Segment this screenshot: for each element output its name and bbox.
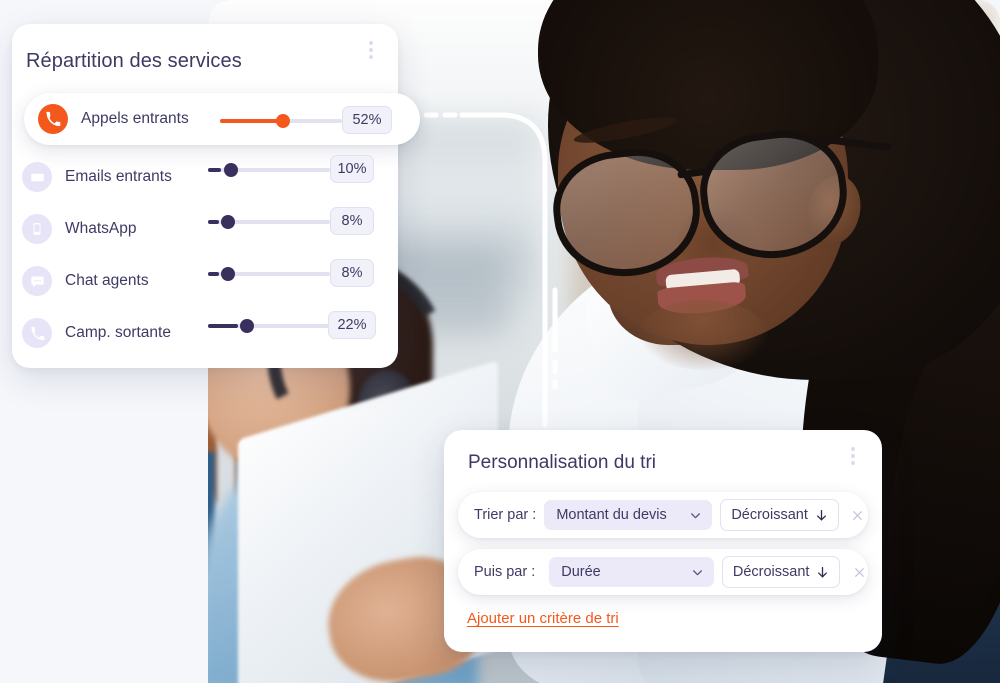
arrow-down-icon bbox=[818, 566, 828, 577]
sort-card-title: Personnalisation du tri bbox=[468, 452, 656, 473]
sort-row-prefix: Puis par : bbox=[474, 564, 536, 580]
service-row-slider[interactable] bbox=[208, 213, 336, 231]
service-row-value: 22% bbox=[328, 311, 376, 339]
service-row-emails-entrants[interactable]: Emails entrants bbox=[22, 155, 172, 199]
service-row-slider[interactable] bbox=[208, 317, 336, 335]
close-icon[interactable] bbox=[850, 563, 868, 581]
sort-criterion-row: Trier par : Montant du devis Décroissant bbox=[458, 492, 868, 538]
service-row-label: Appels entrants bbox=[81, 110, 189, 127]
sort-direction-label: Décroissant bbox=[732, 564, 810, 580]
mobile-phone-icon bbox=[22, 214, 52, 244]
sort-field-select[interactable]: Durée bbox=[549, 557, 714, 587]
service-row-value: 8% bbox=[330, 259, 374, 287]
close-icon[interactable] bbox=[849, 506, 867, 524]
connector-line bbox=[423, 112, 558, 428]
sort-direction-button[interactable]: Décroissant bbox=[720, 499, 839, 531]
phone-incoming-icon bbox=[38, 104, 68, 134]
chevron-down-icon bbox=[692, 569, 702, 575]
phone-outgoing-icon bbox=[22, 318, 52, 348]
service-row-whatsapp[interactable]: WhatsApp bbox=[22, 207, 137, 251]
service-row-camp-sortante[interactable]: Camp. sortante bbox=[22, 311, 171, 355]
service-row-label: Chat agents bbox=[65, 272, 149, 289]
sort-field-value: Durée bbox=[561, 564, 601, 580]
service-row-appels-entrants[interactable]: Appels entrants 52% bbox=[24, 93, 420, 145]
envelope-icon bbox=[22, 162, 52, 192]
service-row-value: 8% bbox=[330, 207, 374, 235]
service-row-label: WhatsApp bbox=[65, 220, 137, 237]
kebab-menu-icon[interactable] bbox=[851, 447, 855, 465]
service-row-label: Camp. sortante bbox=[65, 324, 171, 341]
sort-criterion-row: Puis par : Durée Décroissant bbox=[458, 549, 868, 595]
chevron-down-icon bbox=[691, 512, 701, 518]
chat-bubble-icon bbox=[22, 266, 52, 296]
sort-direction-button[interactable]: Décroissant bbox=[721, 556, 841, 588]
sort-direction-label: Décroissant bbox=[731, 507, 808, 523]
add-sort-criterion-link[interactable]: Ajouter un critère de tri bbox=[467, 610, 619, 627]
service-row-slider[interactable] bbox=[220, 112, 348, 130]
service-row-value: 10% bbox=[330, 155, 374, 183]
sort-field-select[interactable]: Montant du devis bbox=[544, 500, 713, 530]
kebab-menu-icon[interactable] bbox=[369, 41, 373, 59]
sort-row-prefix: Trier par : bbox=[474, 507, 537, 523]
screenshot-stage: Répartition des services Appels entrants… bbox=[0, 0, 1000, 683]
services-card-title: Répartition des services bbox=[26, 50, 242, 72]
service-row-slider[interactable] bbox=[208, 265, 336, 283]
service-row-chat-agents[interactable]: Chat agents bbox=[22, 259, 149, 303]
sort-field-value: Montant du devis bbox=[556, 507, 667, 523]
arrow-down-icon bbox=[816, 509, 826, 520]
service-row-value: 52% bbox=[342, 106, 392, 134]
service-row-slider[interactable] bbox=[208, 161, 336, 179]
service-row-label: Emails entrants bbox=[65, 168, 172, 185]
